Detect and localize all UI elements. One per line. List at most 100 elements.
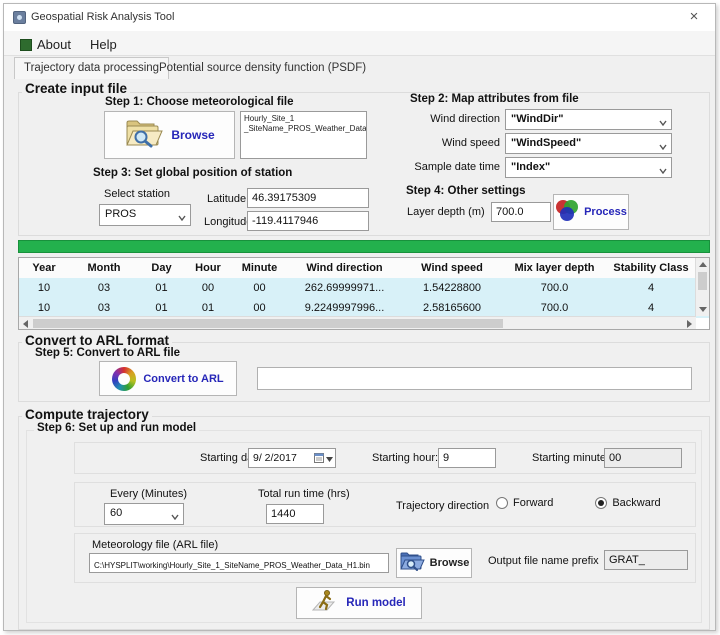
run-model-label: Run model [346,597,405,609]
folder-search-icon [399,551,425,576]
starting-minute-field[interactable]: 00 [604,448,682,468]
chevron-down-icon [659,141,667,147]
chevron-down-icon[interactable] [326,453,333,465]
arl-progress-bar [257,367,692,390]
step3-caption: Step 3: Set global position of station [90,167,295,179]
cell: 10 [19,302,69,314]
cell: 01 [139,282,184,294]
radio-backward[interactable]: Backward [595,497,660,509]
layer-depth-label: Layer depth (m) [407,206,485,218]
layer-depth-field[interactable]: 700.0 [491,202,551,222]
total-run-time-label: Total run time (hrs) [258,488,350,500]
scroll-left-icon[interactable] [23,320,28,328]
compute-trajectory-caption: Compute trajectory [22,407,152,422]
col-header[interactable]: Wind direction [287,262,402,274]
cell: 01 [139,302,184,314]
table-row[interactable]: 10 03 01 00 00 262.69999971... 1.5422880… [19,278,709,298]
convert-to-arl-button[interactable]: Convert to ARL [99,361,237,396]
met-arl-file-label: Meteorology file (ARL file) [92,539,218,551]
browse-met-file-label: Browse [171,128,214,142]
cell: 00 [184,282,232,294]
step4-caption: Step 4: Other settings [403,185,529,197]
convert-to-arl-label: Convert to ARL [143,373,223,385]
starting-hour-field[interactable]: 9 [438,448,496,468]
scroll-right-icon[interactable] [687,320,692,328]
col-header[interactable]: Mix layer depth [502,262,607,274]
station-select[interactable]: PROS [99,204,191,226]
horizontal-scroll-thumb[interactable] [33,319,503,328]
folder-search-icon [124,118,164,153]
met-file-display: Hourly_Site_1 _SiteName_PROS_Weather_Dat… [240,111,367,159]
cell: 01 [184,302,232,314]
starting-minute-label: Starting minute: [532,452,609,464]
cell: 700.0 [502,282,607,294]
met-arl-file-field[interactable]: C:\HYSPLIT\working\Hourly_Site_1_SiteNam… [89,553,389,573]
vertical-scrollbar[interactable] [695,258,709,316]
running-person-icon [312,589,338,618]
browse-arl-file-button[interactable]: Browse [396,548,472,578]
chevron-down-icon [659,117,667,123]
browse-met-file-button[interactable]: Browse [104,111,235,159]
wind-direction-label: Wind direction [422,113,500,125]
chevron-down-icon [171,511,179,517]
every-minutes-select[interactable]: 60 [104,503,184,525]
chevron-down-icon [178,212,186,218]
col-header[interactable]: Day [139,262,184,274]
met-file-line1: Hourly_Site_1 [244,114,363,124]
col-header[interactable]: Stability Class [607,262,695,274]
cell: 2.58165600 [402,302,502,314]
col-header[interactable]: Year [19,262,69,274]
longitude-label: Longitude [204,216,252,228]
table-header-row: Year Month Day Hour Minute Wind directio… [19,258,709,278]
vertical-scroll-thumb[interactable] [698,272,707,290]
process-button[interactable]: Process [553,194,629,230]
select-station-label: Select station [104,188,170,200]
cell: 00 [232,282,287,294]
wind-direction-select[interactable]: "WindDir" [505,109,672,130]
menu-about[interactable]: About [14,35,77,54]
chevron-down-icon [659,165,667,171]
cell: 00 [232,302,287,314]
sample-date-time-select[interactable]: "Index" [505,157,672,178]
convert-arl-caption: Convert to ARL format [22,333,172,348]
table-row[interactable]: 10 03 01 01 00 9.2249997996... 2.5816560… [19,298,709,318]
tab-psdf[interactable]: Potential source density function (PSDF) [150,58,375,79]
radio-forward[interactable]: Forward [496,497,553,509]
weather-data-table: Year Month Day Hour Minute Wind directio… [18,257,710,330]
starting-date-picker[interactable]: 9/ 2/2017 [248,448,336,468]
latitude-label: Latitude [207,193,246,205]
window-title: Geospatial Risk Analysis Tool [31,11,174,23]
calendar-icon [314,452,324,466]
menu-help[interactable]: Help [84,35,123,54]
output-prefix-field[interactable]: GRAT_ [604,550,688,570]
horizontal-scrollbar[interactable] [19,316,696,329]
col-header[interactable]: Hour [184,262,232,274]
total-run-time-field[interactable]: 1440 [266,504,324,524]
longitude-field[interactable]: -119.4117946 [247,211,369,231]
trajectory-direction-radios: Forward Backward [496,497,661,509]
step5-caption: Step 5: Convert to ARL file [32,347,183,359]
cell: 9.2249997996... [287,302,402,314]
cell: 700.0 [502,302,607,314]
radio-icon [595,497,607,509]
latitude-field[interactable]: 46.39175309 [247,188,369,208]
scroll-down-icon[interactable] [699,307,707,312]
menu-bar: About Help [4,31,715,56]
met-file-line2: _SiteName_PROS_Weather_Data.csv [244,124,363,134]
tab-trajectory-data-processing[interactable]: Trajectory data processing [14,57,169,79]
step1-caption: Step 1: Choose meteorological file [102,96,297,108]
create-input-file-caption: Create input file [22,81,130,96]
run-model-button[interactable]: Run model [296,587,422,619]
rgb-circles-icon [555,198,579,227]
scroll-up-icon[interactable] [699,262,707,267]
app-icon [13,11,26,24]
wind-speed-label: Wind speed [422,137,500,149]
cell: 1.54228800 [402,282,502,294]
wind-speed-select[interactable]: "WindSpeed" [505,133,672,154]
sample-date-time-label: Sample date time [410,161,500,173]
close-icon[interactable]: × [683,7,705,27]
app-window: Geospatial Risk Analysis Tool × About He… [3,3,716,631]
col-header[interactable]: Wind speed [402,262,502,274]
col-header[interactable]: Month [69,262,139,274]
col-header[interactable]: Minute [232,262,287,274]
